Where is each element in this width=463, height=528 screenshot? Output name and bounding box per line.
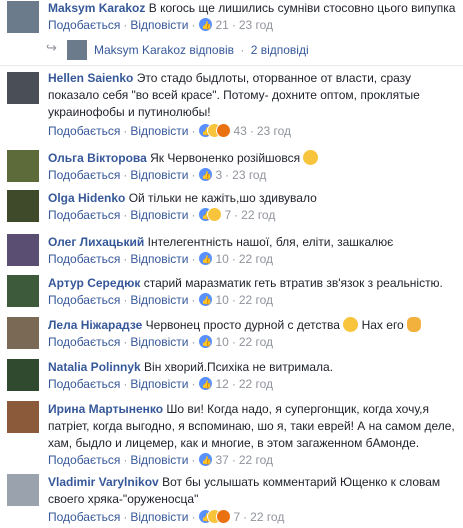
avatar[interactable] xyxy=(7,72,39,104)
comment-text: Він хворий.Психіка не витримала. xyxy=(144,360,334,374)
reply-link[interactable]: Відповісти xyxy=(130,453,188,467)
timestamp[interactable]: 22 год xyxy=(239,252,273,266)
comment-author[interactable]: Maksym Karakoz xyxy=(48,1,145,15)
like-reaction-icon[interactable] xyxy=(198,251,214,268)
reply-link[interactable]: Відповісти xyxy=(130,335,188,349)
comment-author[interactable]: Ирина Мартыненко xyxy=(48,402,163,416)
like-link[interactable]: Подобається xyxy=(48,510,120,524)
reaction-count[interactable]: 43 xyxy=(231,124,246,138)
timestamp[interactable]: 22 год xyxy=(239,453,273,467)
reply-action: відповів xyxy=(189,43,235,57)
reaction-count[interactable]: 3 xyxy=(213,168,222,182)
hand-emoji-icon xyxy=(407,317,422,332)
like-reaction-icon[interactable] xyxy=(198,334,214,351)
like-reaction-icon[interactable] xyxy=(198,167,214,184)
reply-arrow-icon: ↪ xyxy=(46,40,57,55)
like-reaction-icon[interactable] xyxy=(198,17,214,34)
like-link[interactable]: Подобається xyxy=(48,335,120,349)
angry-reaction-icon xyxy=(216,509,232,524)
timestamp[interactable]: 22 год xyxy=(239,377,273,391)
comment-author[interactable]: Vladimir Varylnikov xyxy=(48,475,159,489)
reply-link[interactable]: Відповісти xyxy=(130,293,188,307)
comment-text: старий маразматик геть втратив зв'язок з… xyxy=(143,276,443,290)
comment-author[interactable]: Hellen Saienko xyxy=(48,71,133,85)
laughing-emoji-icon xyxy=(343,317,359,332)
reaction-count[interactable]: 10 xyxy=(213,293,228,307)
like-link[interactable]: Подобається xyxy=(48,293,120,307)
avatar[interactable] xyxy=(7,474,39,506)
avatar[interactable] xyxy=(7,317,39,349)
timestamp[interactable]: 22 год xyxy=(239,335,273,349)
reaction-icons[interactable] xyxy=(198,509,232,526)
reply-link[interactable]: Відповісти xyxy=(130,252,188,266)
reaction-count[interactable]: 37 xyxy=(213,453,228,467)
comment-text-continued: Нах его xyxy=(361,318,404,332)
avatar[interactable] xyxy=(7,190,39,222)
avatar[interactable] xyxy=(7,359,39,391)
reply-link[interactable]: Відповісти xyxy=(130,377,188,391)
timestamp[interactable]: 22 год xyxy=(241,208,275,222)
reaction-count[interactable]: 12 xyxy=(213,377,228,391)
like-link[interactable]: Подобається xyxy=(48,377,120,391)
reply-link[interactable]: Відповісти xyxy=(130,510,188,524)
comment-text: В когось ще лишились сумніви стосовно ць… xyxy=(148,1,456,15)
smile-emoji-icon xyxy=(303,150,319,165)
avatar[interactable] xyxy=(7,275,39,307)
comment-text: Як Червоненко розійшовся xyxy=(150,151,301,165)
avatar xyxy=(67,40,87,60)
reply-link[interactable]: Відповісти xyxy=(130,124,188,138)
reaction-count[interactable]: 7 xyxy=(231,510,240,524)
timestamp[interactable]: 23 год xyxy=(239,18,273,32)
like-link[interactable]: Подобається xyxy=(48,453,120,467)
divider xyxy=(0,65,463,66)
avatar[interactable] xyxy=(7,234,39,266)
like-link[interactable]: Подобається xyxy=(48,208,120,222)
comment-author[interactable]: Ольга Вікторова xyxy=(48,151,147,165)
reply-link[interactable]: Відповісти xyxy=(130,208,188,222)
comment-author[interactable]: Олег Лихацький xyxy=(48,235,144,249)
reaction-count[interactable]: 7 xyxy=(222,208,231,222)
comment-author[interactable]: Артур Середюк xyxy=(48,276,140,290)
avatar[interactable] xyxy=(7,401,39,433)
avatar[interactable] xyxy=(7,150,39,182)
like-link[interactable]: Подобається xyxy=(48,124,120,138)
comment-text: Ой тільки не кажіть,шо здивувало xyxy=(128,191,317,205)
like-link[interactable]: Подобається xyxy=(48,18,120,32)
comment-text: Червонец просто дурной с детства xyxy=(145,318,340,332)
reaction-count[interactable]: 21 xyxy=(213,18,228,32)
reply-count-link[interactable]: 2 відповіді xyxy=(251,43,309,57)
reaction-icons[interactable] xyxy=(198,207,223,224)
like-reaction-icon[interactable] xyxy=(198,452,214,469)
like-link[interactable]: Подобається xyxy=(48,168,120,182)
comment-author[interactable]: Natalia Polinnyk xyxy=(48,360,141,374)
angry-reaction-icon xyxy=(216,123,232,138)
reply-link[interactable]: Відповісти xyxy=(130,168,188,182)
haha-reaction-icon xyxy=(207,207,223,222)
comment-text: Інтелегентність нашої, бля, еліти, зашка… xyxy=(147,235,394,249)
avatar[interactable] xyxy=(7,1,39,33)
like-reaction-icon[interactable] xyxy=(198,292,214,309)
timestamp[interactable]: 23 год xyxy=(257,124,291,138)
timestamp[interactable]: 22 год xyxy=(250,510,284,524)
reply-author[interactable]: Maksym Karakoz xyxy=(94,43,186,57)
reply-link[interactable]: Відповісти xyxy=(130,18,188,32)
reaction-count[interactable]: 10 xyxy=(213,252,228,266)
like-reaction-icon[interactable] xyxy=(198,376,214,393)
reaction-icons[interactable] xyxy=(198,123,232,140)
timestamp[interactable]: 22 год xyxy=(239,293,273,307)
comment-author[interactable]: Olga Hidenko xyxy=(48,191,125,205)
reaction-count[interactable]: 10 xyxy=(213,335,228,349)
timestamp[interactable]: 23 год xyxy=(232,168,266,182)
comment-author[interactable]: Лела Ніжарадзе xyxy=(48,318,142,332)
like-link[interactable]: Подобається xyxy=(48,252,120,266)
